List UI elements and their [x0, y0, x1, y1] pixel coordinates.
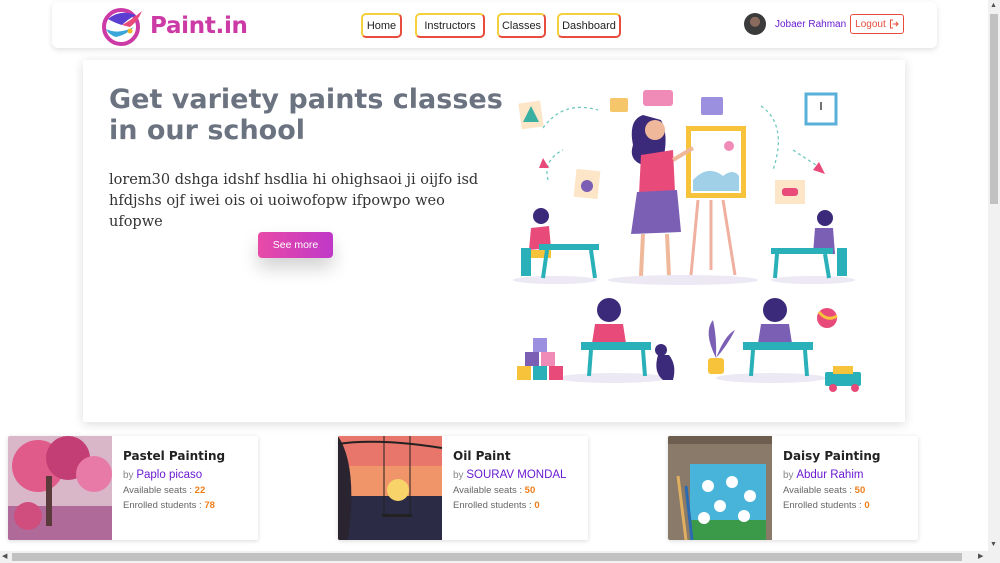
- user-area: Jobaer Rahman Logout: [744, 13, 904, 35]
- enrolled-value: 0: [534, 500, 540, 511]
- available-seats: Available seats : 50: [453, 485, 588, 496]
- seats-label: Available seats :: [453, 485, 523, 496]
- hero-description: lorem30 dshga idshf hsdlia hi ohighsaoi …: [109, 172, 479, 230]
- hero-section: Get variety paints classes in our school…: [83, 60, 905, 422]
- scroll-up-icon[interactable]: ▲: [990, 1, 997, 11]
- enrolled-value: 78: [204, 500, 215, 511]
- user-name: Jobaer Rahman: [775, 18, 847, 30]
- navbar: Paint.in Home Instructors Classes Dashbo…: [52, 2, 937, 48]
- art-class-illustration: [513, 90, 861, 392]
- seats-label: Available seats :: [783, 485, 853, 496]
- class-instructor-line: by Paplo picaso: [123, 469, 258, 481]
- enrolled-students: Enrolled students : 78: [123, 500, 258, 511]
- seats-label: Available seats :: [123, 485, 193, 496]
- enrolled-value: 0: [864, 500, 870, 511]
- scroll-down-icon[interactable]: ▼: [990, 540, 997, 550]
- avatar[interactable]: [744, 13, 766, 35]
- class-image: [8, 436, 112, 540]
- class-title: Pastel Painting: [123, 449, 226, 463]
- class-card-body: Daisy Painting by Abdur Rahim Available …: [783, 449, 918, 511]
- class-card-body: Pastel Painting by Paplo picaso Availabl…: [123, 449, 258, 511]
- by-label: by: [783, 470, 794, 481]
- instructor-name: SOURAV MONDAL: [466, 469, 567, 481]
- class-instructor-line: by SOURAV MONDAL: [453, 469, 588, 481]
- see-more-button[interactable]: See more: [258, 232, 333, 258]
- class-image: [338, 436, 442, 540]
- class-card[interactable]: Daisy Painting by Abdur Rahim Available …: [668, 436, 918, 540]
- nav-home-button[interactable]: Home: [361, 13, 402, 38]
- class-card-body: Oil Paint by SOURAV MONDAL Available sea…: [453, 449, 588, 511]
- nav-instructors-button[interactable]: Instructors: [415, 13, 485, 38]
- seats-value: 50: [524, 485, 536, 496]
- palette-logo-icon: [102, 8, 142, 46]
- class-title: Oil Paint: [453, 449, 511, 463]
- enrolled-label: Enrolled students :: [783, 500, 862, 511]
- logout-icon: [889, 19, 899, 29]
- by-label: by: [453, 470, 464, 481]
- enrolled-label: Enrolled students :: [123, 500, 202, 511]
- available-seats: Available seats : 50: [783, 485, 918, 496]
- instructor-name: Paplo picaso: [136, 469, 203, 481]
- seats-value: 50: [854, 485, 866, 496]
- class-instructor-line: by Abdur Rahim: [783, 469, 918, 481]
- enrolled-label: Enrolled students :: [453, 500, 532, 511]
- horizontal-scroll-thumb[interactable]: [12, 553, 962, 561]
- brand-logo[interactable]: Paint.in: [100, 5, 248, 47]
- hero-title: Get variety paints classes in our school: [109, 84, 503, 146]
- logout-button[interactable]: Logout: [850, 14, 904, 34]
- brand-name: Paint.in: [150, 13, 248, 39]
- scroll-left-icon[interactable]: ◀: [2, 552, 7, 562]
- vertical-scrollbar[interactable]: ▲ ▼: [988, 0, 1000, 551]
- by-label: by: [123, 470, 134, 481]
- seats-value: 22: [194, 485, 206, 496]
- class-title: Daisy Painting: [783, 449, 881, 463]
- instructor-name: Abdur Rahim: [796, 469, 864, 481]
- nav-classes-button[interactable]: Classes: [497, 13, 546, 38]
- enrolled-students: Enrolled students : 0: [783, 500, 918, 511]
- enrolled-students: Enrolled students : 0: [453, 500, 588, 511]
- scroll-right-icon[interactable]: ▶: [978, 552, 983, 562]
- horizontal-scrollbar[interactable]: ◀ ▶: [0, 551, 1000, 563]
- vertical-scroll-thumb[interactable]: [990, 14, 998, 204]
- available-seats: Available seats : 22: [123, 485, 258, 496]
- logout-label: Logout: [855, 18, 886, 30]
- page: Paint.in Home Instructors Classes Dashbo…: [0, 0, 1000, 563]
- nav-dashboard-button[interactable]: Dashboard: [557, 13, 621, 38]
- class-card[interactable]: Pastel Painting by Paplo picaso Availabl…: [8, 436, 258, 540]
- class-image: [668, 436, 772, 540]
- class-card[interactable]: Oil Paint by SOURAV MONDAL Available sea…: [338, 436, 588, 540]
